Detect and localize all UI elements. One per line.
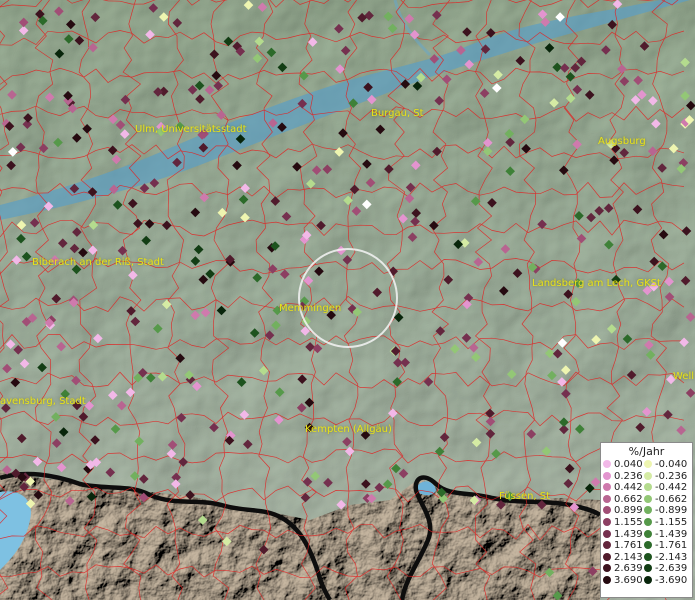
negative-value: -0.899 bbox=[655, 505, 688, 517]
positive-swatch bbox=[603, 471, 611, 480]
positive-value: 0.662 bbox=[614, 493, 643, 505]
negative-value: -2.143 bbox=[655, 551, 688, 563]
negative-value: -1.155 bbox=[655, 516, 688, 528]
positive-swatch bbox=[603, 506, 611, 515]
negative-value: -0.662 bbox=[655, 493, 688, 505]
positive-value: 0.899 bbox=[614, 505, 643, 517]
legend-row: 1.761 -1.761 bbox=[603, 540, 688, 552]
negative-swatch bbox=[644, 517, 652, 526]
legend-row: 2.639 -2.639 bbox=[603, 563, 688, 575]
legend-row: 1.155 -1.155 bbox=[603, 516, 688, 529]
legend-title: %/Jahr bbox=[628, 445, 665, 458]
place-label: Ulm, Universitätsstadt bbox=[135, 124, 247, 135]
negative-swatch bbox=[644, 552, 652, 561]
legend-row: 0.662 -0.662 bbox=[603, 493, 688, 506]
legend-row: 0.899 -0.899 bbox=[603, 505, 688, 517]
legend-row: 0.442 -0.442 bbox=[603, 482, 688, 494]
positive-value: 1.761 bbox=[614, 540, 643, 552]
legend-row: 1.439 -1.439 bbox=[603, 528, 688, 541]
place-label: Landsberg am Lech, GKSt bbox=[532, 278, 661, 289]
negative-value: -0.236 bbox=[655, 470, 688, 482]
place-label: Füssen, St bbox=[499, 491, 551, 502]
positive-value: 0.442 bbox=[614, 482, 643, 494]
negative-swatch bbox=[644, 460, 652, 468]
positive-value: 1.155 bbox=[614, 516, 643, 528]
place-label: Memmingen bbox=[279, 303, 342, 314]
positive-value: 3.690 bbox=[614, 574, 643, 586]
positive-swatch bbox=[603, 552, 611, 561]
negative-value: -0.040 bbox=[655, 459, 688, 470]
positive-swatch bbox=[603, 483, 611, 492]
positive-value: 2.639 bbox=[614, 563, 643, 575]
legend-row: 0.236 -0.236 bbox=[603, 470, 688, 483]
place-label: avensburg, Stadt bbox=[0, 396, 86, 407]
legend-row: 0.040 -0.040 bbox=[603, 459, 688, 471]
legend-table: 0.040 -0.040 0.236 -0.236 0.442 -0.442 0.662 -0… bbox=[603, 459, 688, 587]
positive-value: 1.439 bbox=[614, 528, 643, 540]
legend-row: 2.143 -2.143 bbox=[603, 551, 688, 564]
positive-swatch bbox=[603, 517, 611, 526]
positive-swatch bbox=[603, 529, 611, 538]
negative-swatch bbox=[644, 564, 652, 573]
positive-swatch bbox=[603, 564, 611, 573]
negative-swatch bbox=[644, 529, 652, 538]
negative-swatch bbox=[644, 471, 652, 480]
negative-value: -0.442 bbox=[655, 482, 688, 494]
negative-value: -3.690 bbox=[655, 574, 688, 586]
place-label: Burgau, St bbox=[371, 108, 424, 119]
negative-value: -1.439 bbox=[655, 528, 688, 540]
positive-value: 0.040 bbox=[614, 459, 643, 470]
place-label: Kempten (Allgäu) bbox=[305, 424, 392, 435]
positive-swatch bbox=[603, 541, 611, 550]
positive-swatch bbox=[603, 494, 611, 503]
positive-value: 2.143 bbox=[614, 551, 643, 563]
place-label: Biberach an der Riß, Stadt bbox=[32, 257, 164, 268]
place-label: Augsburg bbox=[598, 136, 646, 147]
negative-swatch bbox=[644, 494, 652, 503]
relief-map[interactable] bbox=[0, 0, 695, 600]
negative-swatch bbox=[644, 506, 652, 515]
place-label: Well bbox=[673, 371, 695, 382]
negative-value: -2.639 bbox=[655, 563, 688, 575]
negative-swatch bbox=[644, 575, 652, 584]
positive-swatch bbox=[603, 575, 611, 584]
negative-swatch bbox=[644, 541, 652, 550]
legend: %/Jahr 0.040 -0.040 0.236 -0.236 0.442 -0.442… bbox=[600, 442, 693, 598]
negative-value: -1.761 bbox=[655, 540, 688, 552]
legend-row: 3.690 -3.690 bbox=[603, 574, 688, 587]
positive-value: 0.236 bbox=[614, 470, 643, 482]
negative-swatch bbox=[644, 483, 652, 492]
positive-swatch bbox=[603, 460, 611, 468]
